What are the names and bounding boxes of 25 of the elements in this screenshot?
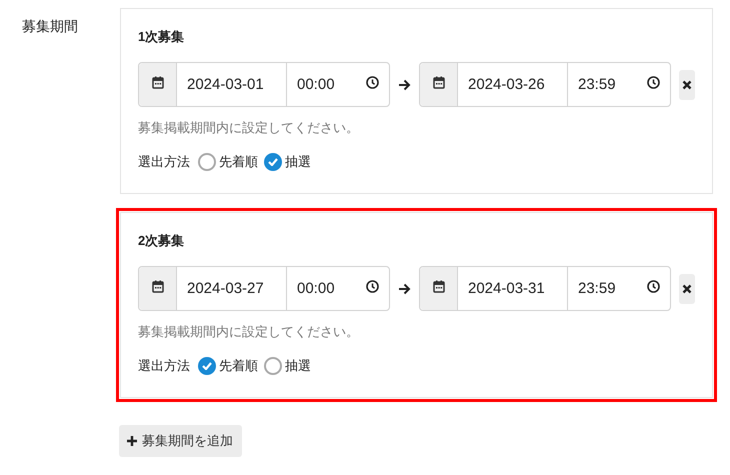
hint-text: 募集掲載期間内に設定してください。 — [138, 119, 360, 137]
method-label: 選出方法 — [138, 153, 190, 171]
plus-icon — [126, 435, 138, 447]
radio-button[interactable] — [198, 357, 216, 375]
delete-button[interactable] — [679, 274, 695, 304]
check-icon — [268, 158, 278, 166]
period-title: 1次募集 — [138, 28, 186, 46]
radio-button[interactable] — [264, 153, 282, 171]
radio-button[interactable] — [198, 153, 216, 171]
hint-text: 募集掲載期間内に設定してください。 — [138, 323, 360, 341]
radio-label[interactable]: 先着順 — [219, 153, 258, 171]
method-label: 選出方法 — [138, 357, 190, 375]
radio-label[interactable]: 抽選 — [285, 357, 311, 375]
period-title: 2次募集 — [138, 232, 186, 250]
field-label: 募集期間 — [21, 17, 79, 36]
delete-button[interactable] — [679, 70, 695, 100]
close-icon — [682, 284, 692, 294]
add-period-button[interactable]: 募集期間を追加 — [119, 425, 242, 457]
radio-button[interactable] — [264, 357, 282, 375]
check-icon — [202, 362, 212, 370]
radio-label[interactable]: 抽選 — [285, 153, 311, 171]
arrow-icon — [398, 282, 411, 294]
arrow-icon — [398, 78, 411, 90]
close-icon — [682, 80, 692, 90]
radio-label[interactable]: 先着順 — [219, 357, 258, 375]
